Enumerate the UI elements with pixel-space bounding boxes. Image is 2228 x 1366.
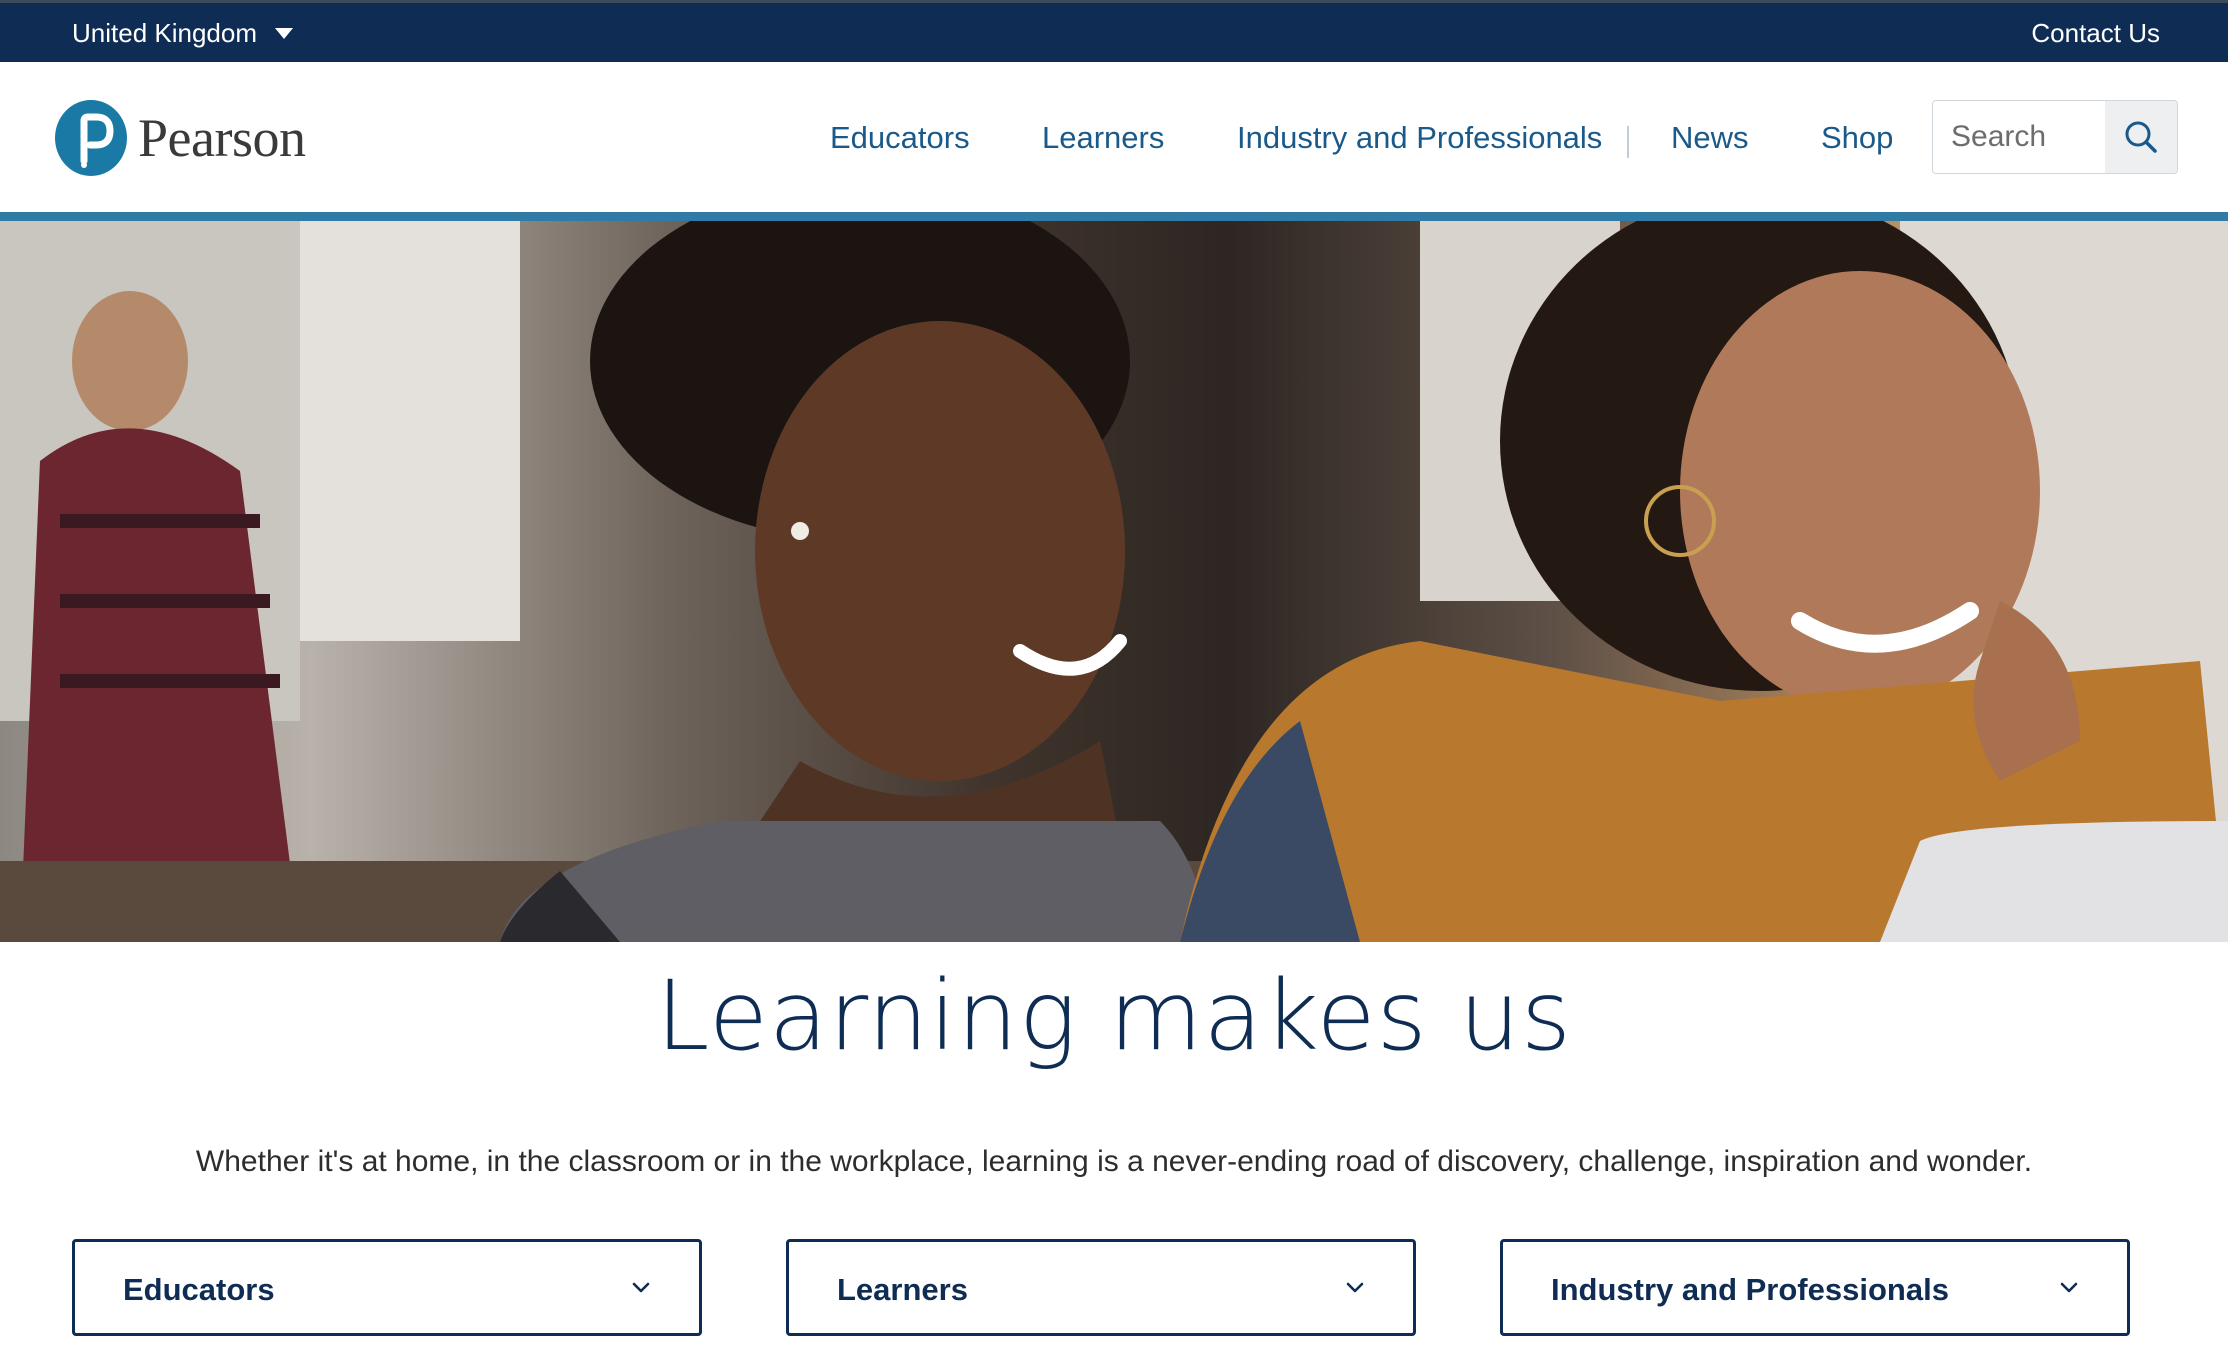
region-label: United Kingdom xyxy=(72,17,257,48)
hero-headline: Learning makes us xyxy=(656,960,1572,1072)
site-header: Pearson Educators Learners Industry and … xyxy=(0,62,2228,212)
dropdown-industry-professionals[interactable]: Industry and Professionals xyxy=(1500,1239,2130,1336)
dropdown-label: Industry and Professionals xyxy=(1551,1272,1949,1307)
dropdown-educators[interactable]: Educators xyxy=(72,1239,702,1336)
hero-subtext: Whether it's at home, in the classroom o… xyxy=(195,1145,2033,1178)
nav-shop[interactable]: Shop xyxy=(1821,120,1893,156)
nav-divider xyxy=(1627,126,1629,158)
region-selector[interactable]: United Kingdom xyxy=(72,17,293,49)
search-button[interactable] xyxy=(2105,101,2177,173)
search-icon xyxy=(2125,121,2157,153)
nav-learners[interactable]: Learners xyxy=(1042,120,1164,156)
hero-photo-illustration xyxy=(0,221,2228,942)
nav-news[interactable]: News xyxy=(1671,120,1749,156)
pearson-logo-icon xyxy=(55,100,127,176)
caret-down-icon xyxy=(275,27,293,39)
header-accent-rule xyxy=(0,212,2228,221)
pearson-logo[interactable]: Pearson xyxy=(54,98,306,178)
utility-bar: United Kingdom Contact Us xyxy=(0,0,2228,62)
search-form xyxy=(1932,100,2178,174)
chevron-down-icon xyxy=(1346,1282,1364,1293)
search-input[interactable] xyxy=(1933,101,2105,173)
nav-industry-professionals[interactable]: Industry and Professionals xyxy=(1237,120,1602,156)
chevron-down-icon xyxy=(2060,1282,2078,1293)
contact-us-link[interactable]: Contact Us xyxy=(2031,17,2160,49)
nav-educators[interactable]: Educators xyxy=(830,120,970,156)
dropdown-label: Educators xyxy=(123,1272,275,1307)
dropdown-label: Learners xyxy=(837,1272,968,1307)
logo-wordmark: Pearson xyxy=(138,108,306,168)
dropdown-learners[interactable]: Learners xyxy=(786,1239,1416,1336)
chevron-down-icon xyxy=(632,1282,650,1293)
hero-image xyxy=(0,221,2228,942)
